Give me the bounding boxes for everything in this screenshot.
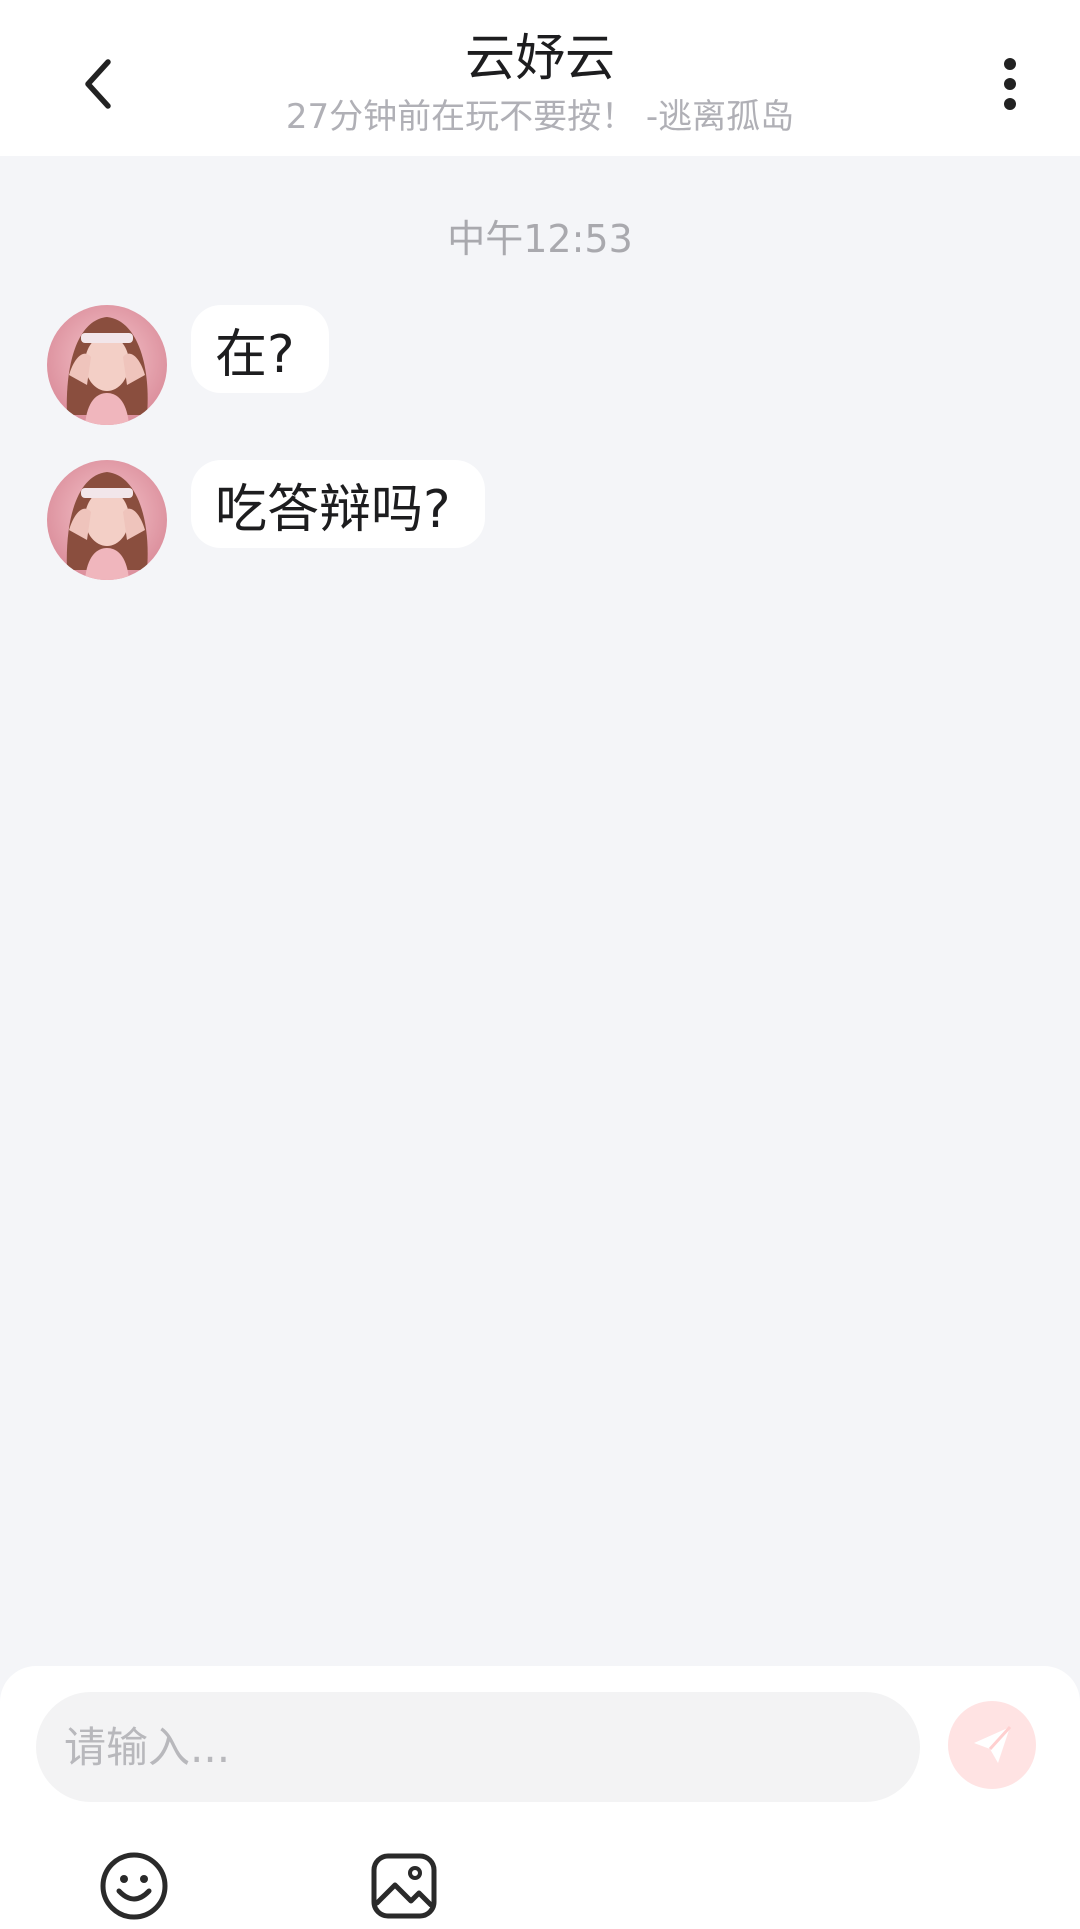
smiley-icon xyxy=(100,1852,168,1920)
more-vertical-icon xyxy=(1004,58,1016,110)
chat-screen: 云妤云 27分钟前在玩不要按！ -逃离孤岛 中午12:53 在? 吃答辩吗? 请… xyxy=(0,0,1080,1929)
avatar-image xyxy=(47,460,167,580)
message-input[interactable] xyxy=(36,1692,920,1802)
chat-subtitle: 27分钟前在玩不要按！ -逃离孤岛 xyxy=(285,97,795,137)
composer-bar xyxy=(0,1666,1080,1929)
paper-plane-icon xyxy=(974,1725,1012,1763)
message-list[interactable]: 中午12:53 在? 吃答辩吗? xyxy=(0,156,1080,1666)
emoji-button[interactable] xyxy=(98,1850,170,1922)
avatar[interactable] xyxy=(47,305,167,425)
message-row: 在? xyxy=(47,305,329,425)
chat-title: 云妤云 xyxy=(465,29,615,87)
image-button[interactable] xyxy=(368,1850,440,1922)
send-button[interactable] xyxy=(948,1701,1036,1789)
chat-header: 云妤云 27分钟前在玩不要按！ -逃离孤岛 xyxy=(0,0,1080,156)
message-bubble[interactable]: 在? xyxy=(191,305,329,393)
avatar[interactable] xyxy=(47,460,167,580)
avatar-image xyxy=(47,305,167,425)
image-icon xyxy=(371,1853,437,1919)
message-timestamp: 中午12:53 xyxy=(447,217,633,261)
message-bubble[interactable]: 吃答辩吗? xyxy=(191,460,485,548)
more-options-button[interactable] xyxy=(980,48,1040,120)
message-row: 吃答辩吗? xyxy=(47,460,485,580)
